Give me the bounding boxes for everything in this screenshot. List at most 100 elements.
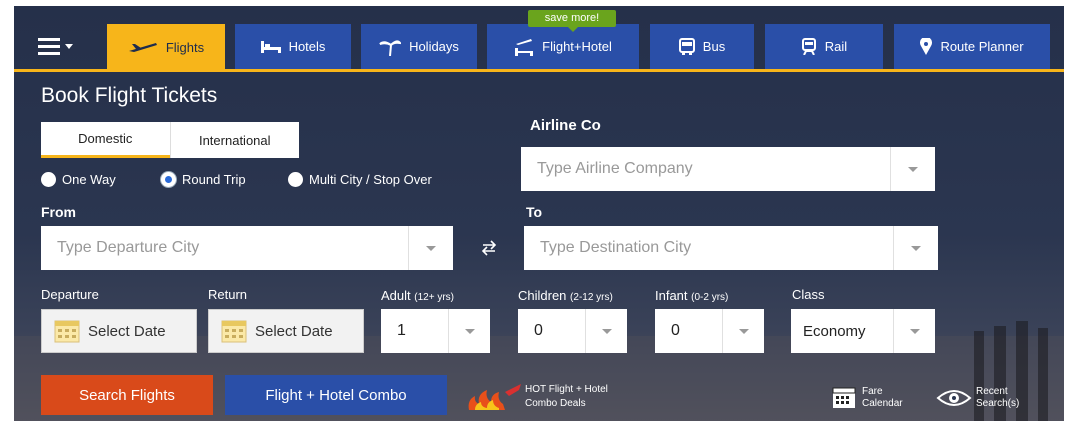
tab-bus[interactable]: Bus	[650, 24, 754, 69]
infant-value: 0	[671, 322, 680, 339]
fire-icon	[468, 384, 521, 410]
tab-holidays-label: Holidays	[409, 39, 459, 54]
return-date-button[interactable]: Select Date	[208, 309, 364, 353]
radio-dot	[288, 172, 303, 187]
children-select[interactable]: 0	[518, 309, 627, 353]
adult-select[interactable]: 1	[381, 309, 490, 353]
children-dropdown-arrow[interactable]	[585, 309, 627, 353]
tab-flights-label: Flights	[165, 39, 205, 55]
tab-hotels[interactable]: Hotels	[235, 24, 351, 69]
children-hint: (2-12 yrs)	[570, 292, 613, 303]
chevron-down-icon	[464, 328, 475, 334]
return-label: Return	[208, 287, 248, 302]
airline-dropdown-arrow[interactable]	[890, 147, 935, 191]
bus-icon	[678, 38, 695, 55]
class-value: Economy	[803, 322, 866, 340]
radio-multi-city-label: Multi City / Stop Over	[309, 172, 432, 187]
calendar-icon	[54, 320, 80, 343]
infant-dropdown-arrow[interactable]	[722, 309, 764, 353]
region-toggle: Domestic International	[41, 122, 299, 158]
departure-date-button[interactable]: Select Date	[41, 309, 197, 353]
recent-searches-line2: Search(s)	[976, 398, 1020, 409]
children-value: 0	[534, 322, 543, 339]
adult-value: 1	[397, 322, 406, 339]
chevron-down-icon	[908, 166, 918, 172]
search-flights-button[interactable]: Search Flights	[41, 375, 213, 415]
fare-calendar-line1: Fare	[862, 386, 883, 397]
tab-domestic[interactable]: Domestic	[41, 122, 170, 158]
tab-rail[interactable]: Rail	[765, 24, 883, 69]
flight-hotel-combo-button[interactable]: Flight + Hotel Combo	[225, 375, 447, 415]
airline-placeholder: Type Airline Company	[537, 160, 693, 177]
top-nav: Flights Hotels Holidays Flight+Hotel Bus…	[14, 20, 1064, 72]
chevron-down-icon	[738, 328, 749, 334]
class-label: Class	[792, 287, 825, 302]
to-select[interactable]: Type Destination City	[524, 226, 938, 270]
class-select[interactable]: Economy	[791, 309, 935, 353]
adult-label: Adult (12+ yrs)	[381, 288, 454, 303]
bed-icon	[260, 40, 281, 53]
infant-select[interactable]: 0	[655, 309, 764, 353]
chevron-down-icon	[909, 328, 920, 334]
radio-dot-checked	[161, 172, 176, 187]
chevron-down-icon	[911, 245, 921, 251]
airline-select[interactable]: Type Airline Company	[521, 147, 935, 191]
infant-label: Infant (0-2 yrs)	[655, 288, 728, 303]
recent-searches-line1: Recent	[976, 386, 1008, 397]
return-date-value: Select Date	[255, 322, 333, 340]
menu-button[interactable]	[38, 34, 82, 60]
from-label: From	[41, 204, 76, 220]
page-title: Book Flight Tickets	[41, 84, 218, 107]
swap-arrows-icon[interactable]	[480, 238, 498, 258]
children-label-text: Children	[518, 288, 567, 303]
hot-deals-line2: Combo Deals	[525, 398, 586, 409]
departure-label: Departure	[41, 287, 99, 302]
tab-route-planner[interactable]: Route Planner	[894, 24, 1050, 69]
from-dropdown-arrow[interactable]	[408, 226, 453, 270]
calendar-grid-icon	[832, 387, 856, 408]
from-placeholder: Type Departure City	[57, 239, 200, 256]
adult-dropdown-arrow[interactable]	[448, 309, 490, 353]
infant-hint: (0-2 yrs)	[691, 292, 729, 303]
departure-date-value: Select Date	[88, 322, 166, 340]
to-placeholder: Type Destination City	[540, 239, 692, 256]
radio-one-way-label: One Way	[62, 172, 116, 187]
tab-route-planner-label: Route Planner	[940, 39, 1024, 54]
hot-deals-line1: HOT Flight + Hotel	[525, 384, 608, 395]
calendar-icon	[221, 320, 247, 343]
chevron-down-icon	[426, 245, 436, 251]
tab-flight-hotel[interactable]: Flight+Hotel	[487, 24, 639, 69]
radio-round-trip[interactable]: Round Trip	[161, 172, 246, 187]
hamburger-icon	[38, 38, 73, 55]
tab-flight-hotel-label: Flight+Hotel	[542, 39, 612, 54]
save-more-badge: save more!	[528, 10, 616, 32]
to-dropdown-arrow[interactable]	[893, 226, 938, 270]
to-label: To	[526, 204, 543, 220]
tab-hotels-label: Hotels	[288, 39, 326, 54]
location-pin-icon	[920, 38, 933, 55]
flight-hotel-icon	[515, 38, 534, 56]
tab-international[interactable]: International	[169, 122, 300, 158]
tab-holidays[interactable]: Holidays	[361, 24, 477, 69]
tab-rail-label: Rail	[824, 39, 848, 54]
class-dropdown-arrow[interactable]	[893, 309, 935, 353]
infant-label-text: Infant	[655, 288, 688, 303]
tab-flights[interactable]: Flights	[107, 24, 225, 70]
radio-one-way[interactable]: One Way	[41, 172, 116, 187]
flight-booking-widget: Flights Hotels Holidays Flight+Hotel Bus…	[14, 6, 1064, 421]
adult-label-text: Adult	[381, 288, 411, 303]
children-label: Children (2-12 yrs)	[518, 288, 613, 303]
train-icon	[801, 38, 816, 55]
chevron-down-icon	[601, 328, 612, 334]
from-select[interactable]: Type Departure City	[41, 226, 453, 270]
palm-tree-icon	[379, 39, 402, 56]
radio-round-trip-label: Round Trip	[182, 172, 246, 187]
fare-calendar-line2: Calendar	[862, 398, 903, 409]
tab-bus-label: Bus	[702, 39, 726, 54]
radio-dot	[41, 172, 56, 187]
airline-label: Airline Co	[530, 117, 601, 134]
adult-hint: (12+ yrs)	[414, 292, 454, 303]
radio-multi-city[interactable]: Multi City / Stop Over	[288, 172, 432, 187]
plane-icon	[128, 43, 157, 52]
eye-icon	[936, 390, 972, 406]
